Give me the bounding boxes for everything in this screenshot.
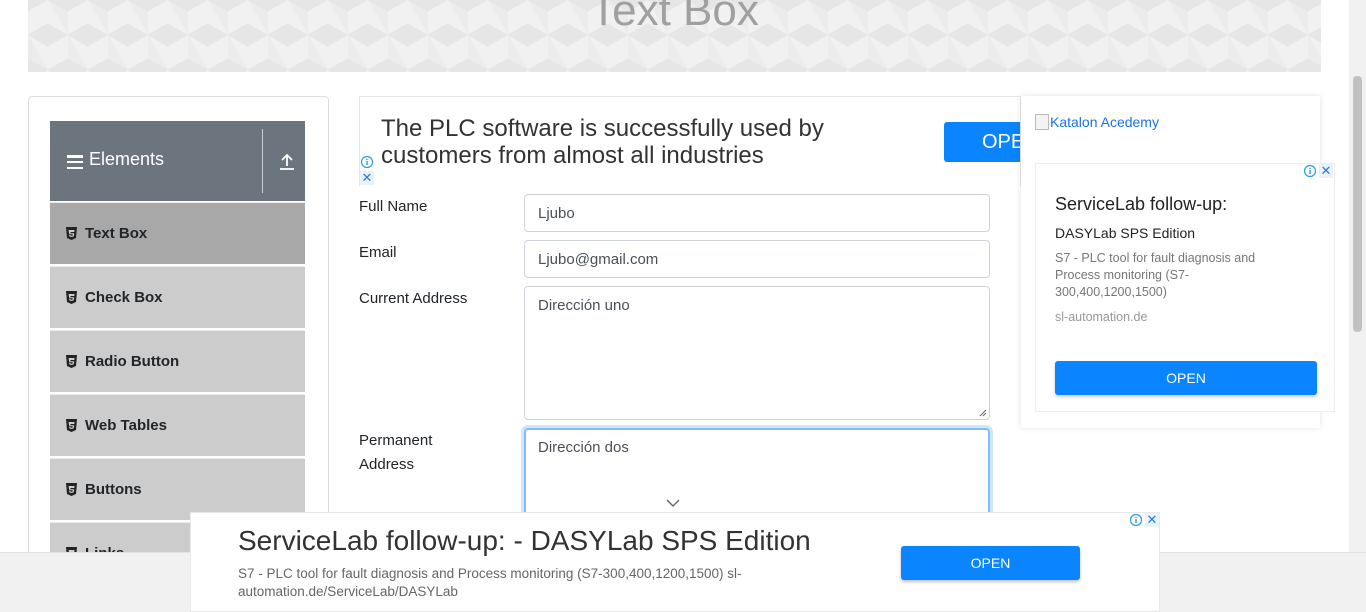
right-ad[interactable]: Katalon Acedemy ServiceLab follow-up: DA… bbox=[1021, 96, 1335, 428]
ad-close-icon[interactable]: ✕ bbox=[1145, 513, 1159, 527]
header-banner: Text Box bbox=[28, 0, 1321, 72]
ad-card[interactable]: ServiceLab follow-up: DASYLab SPS Editio… bbox=[1035, 163, 1335, 412]
sidebar-item-text-box[interactable]: Text Box bbox=[50, 202, 305, 264]
sidebar: Elements Text Box Check Box Radio Button… bbox=[28, 96, 329, 584]
sidebar-group-elements[interactable]: Elements bbox=[50, 121, 305, 201]
katalon-image-link[interactable]: Katalon Acedemy bbox=[1035, 114, 1159, 130]
sidebar-item-check-box[interactable]: Check Box bbox=[50, 266, 305, 328]
ad-info-icon[interactable] bbox=[1129, 513, 1143, 527]
sidebar-item-label: Text Box bbox=[85, 225, 148, 242]
current-address-label: Current Address bbox=[359, 290, 468, 307]
scrollbar-thumb[interactable] bbox=[1353, 76, 1362, 332]
sidebar-item-label: Buttons bbox=[85, 481, 142, 498]
page: Text Box Elements Text Box Check Box Rad… bbox=[0, 0, 1366, 612]
full-name-value: Ljubo bbox=[538, 204, 575, 222]
sidebar-item-radio-button[interactable]: Radio Button bbox=[50, 330, 305, 392]
ad-card-domain: sl-automation.de bbox=[1055, 310, 1148, 324]
sidebar-item-label: Web Tables bbox=[85, 417, 167, 434]
permanent-address-label-line1: Permanent bbox=[359, 432, 433, 449]
ad-card-subtitle: DASYLab SPS Edition bbox=[1055, 225, 1196, 241]
chevron-down-icon[interactable] bbox=[666, 498, 680, 508]
html5-icon bbox=[66, 419, 77, 432]
image-alt-text: Katalon Acedemy bbox=[1050, 114, 1159, 130]
sidebar-item-buttons[interactable]: Buttons bbox=[50, 458, 305, 520]
email-value: Ljubo@gmail.com bbox=[538, 250, 659, 268]
ad-card-title: ServiceLab follow-up: bbox=[1055, 194, 1228, 214]
ad-card-open-button[interactable]: OPEN bbox=[1055, 361, 1317, 395]
ad-open-button[interactable]: OPE bbox=[944, 122, 1020, 162]
ad-card-description: S7 - PLC tool for fault diagnosis and Pr… bbox=[1055, 251, 1256, 299]
ad-info-icon[interactable] bbox=[360, 155, 374, 169]
full-name-input[interactable]: Ljubo bbox=[524, 194, 990, 232]
sidebar-item-web-tables[interactable]: Web Tables bbox=[50, 394, 305, 456]
vertical-scrollbar[interactable] bbox=[1349, 0, 1366, 552]
page-title: Text Box bbox=[590, 0, 759, 35]
current-address-value: Dirección uno bbox=[538, 297, 630, 314]
collapse-arrow-icon[interactable] bbox=[279, 153, 295, 171]
resize-grip-icon[interactable] bbox=[979, 409, 987, 417]
bottom-ad-open-button[interactable]: OPEN bbox=[901, 546, 1080, 580]
ad-info-icon[interactable] bbox=[1303, 164, 1317, 178]
sidebar-item-label: Radio Button bbox=[85, 353, 180, 370]
html5-icon bbox=[66, 355, 77, 368]
permanent-address-label-line2: Address bbox=[359, 456, 415, 473]
bottom-ad-title: ServiceLab follow-up: - DASYLab SPS Edit… bbox=[238, 525, 811, 556]
hamburger-icon bbox=[67, 155, 83, 169]
broken-image-icon bbox=[1035, 114, 1049, 130]
top-ad-banner[interactable]: The PLC software is successfully used by… bbox=[359, 96, 1021, 186]
html5-icon bbox=[66, 483, 77, 496]
sidebar-item-label: Check Box bbox=[85, 289, 163, 306]
ad-close-icon[interactable]: ✕ bbox=[360, 171, 374, 185]
email-input[interactable]: Ljubo@gmail.com bbox=[524, 240, 990, 278]
ad-close-icon[interactable]: ✕ bbox=[1319, 164, 1333, 178]
email-label: Email bbox=[359, 244, 397, 261]
sidebar-group-title: Elements bbox=[89, 149, 165, 169]
ad-text: The PLC software is successfully used by… bbox=[381, 115, 824, 169]
html5-icon bbox=[66, 291, 77, 304]
bottom-ad-banner[interactable]: ServiceLab follow-up: - DASYLab SPS Edit… bbox=[190, 512, 1160, 612]
divider bbox=[262, 129, 263, 193]
current-address-textarea[interactable]: Dirección uno bbox=[524, 286, 990, 420]
permanent-address-label: Permanent Address bbox=[359, 429, 432, 477]
permanent-address-value: Dirección dos bbox=[538, 439, 629, 456]
full-name-label: Full Name bbox=[359, 198, 428, 215]
html5-icon bbox=[66, 227, 77, 240]
bottom-ad-description: S7 - PLC tool for fault diagnosis and Pr… bbox=[238, 566, 742, 599]
